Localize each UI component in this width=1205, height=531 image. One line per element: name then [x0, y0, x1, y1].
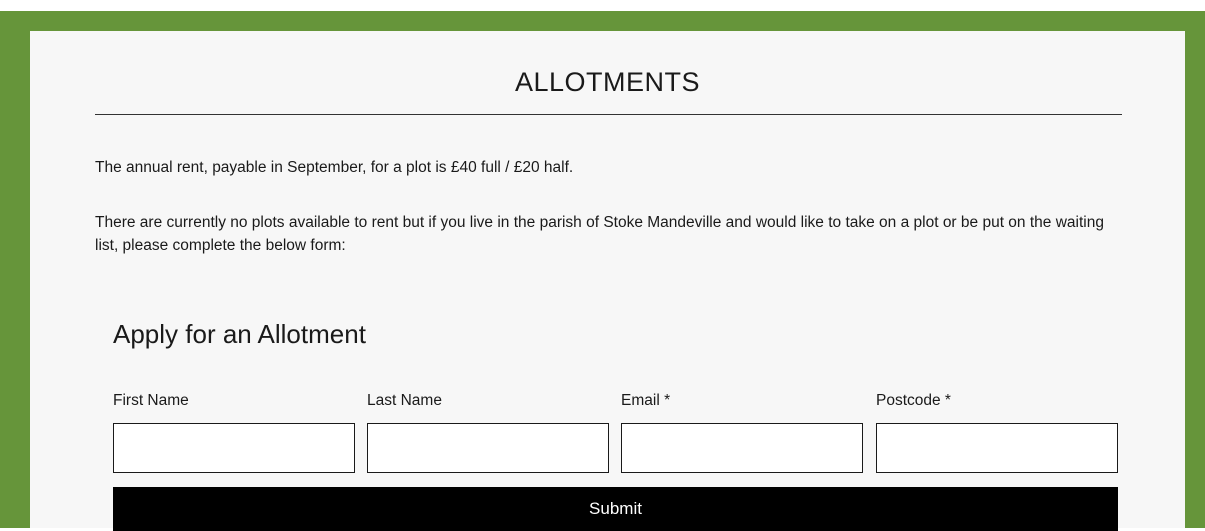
first-name-label: First Name [113, 392, 189, 409]
submit-button[interactable]: Submit [113, 487, 1118, 531]
postcode-label: Postcode * [876, 392, 951, 409]
page-frame: ALLOTMENTS The annual rent, payable in S… [0, 11, 1205, 531]
last-name-input[interactable] [367, 423, 609, 473]
email-label: Email * [621, 392, 671, 409]
email-input[interactable] [621, 423, 863, 473]
page-title: ALLOTMENTS [514, 67, 701, 97]
last-name-label: Last Name [367, 392, 442, 409]
first-name-input[interactable] [113, 423, 355, 473]
title-divider [95, 114, 1122, 115]
availability-paragraph: There are currently no plots available t… [95, 214, 1104, 254]
rent-info-paragraph: The annual rent, payable in September, f… [95, 159, 574, 176]
form-title: Apply for an Allotment [113, 319, 366, 349]
content-panel: ALLOTMENTS The annual rent, payable in S… [30, 31, 1185, 531]
postcode-input[interactable] [876, 423, 1118, 473]
